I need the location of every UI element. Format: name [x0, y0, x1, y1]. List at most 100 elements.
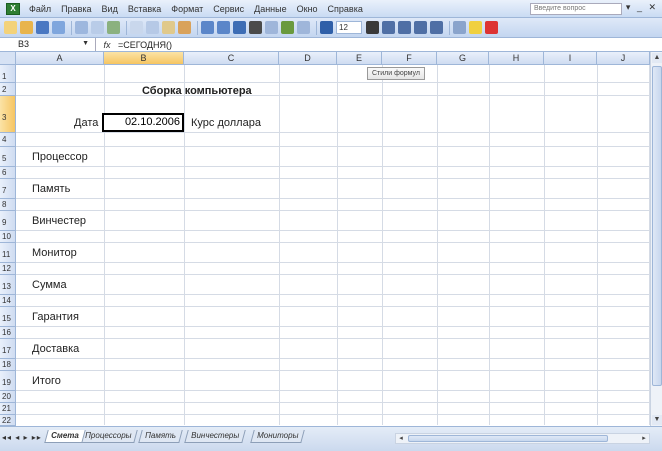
column-header-e[interactable]: E [337, 52, 382, 65]
row-header-7[interactable]: 7 [0, 179, 16, 199]
font-size-select[interactable]: 12 [336, 21, 362, 34]
align-right-icon[interactable] [414, 21, 427, 34]
gridline [597, 65, 598, 425]
sheet-tab-bar: ◂◂ ◂ ▸ ▸▸ Смета Процессоры Память Винчес… [0, 426, 662, 451]
scroll-right-icon[interactable]: ▸ [639, 434, 649, 443]
cut-icon[interactable] [130, 21, 143, 34]
new-icon[interactable] [4, 21, 17, 34]
vertical-scrollbar[interactable]: ▲ ▼ [650, 52, 662, 426]
window-controls[interactable]: ▾ _ ✕ [626, 2, 658, 13]
row-header-1[interactable]: 1 [0, 65, 16, 83]
fx-icon[interactable]: fx [100, 40, 114, 50]
autosum-icon[interactable] [249, 21, 262, 34]
row-header-17[interactable]: 17 [0, 339, 16, 359]
paste-icon[interactable] [162, 21, 175, 34]
align-center-icon[interactable] [398, 21, 411, 34]
menu-window[interactable]: Окно [292, 4, 323, 14]
scroll-up-icon[interactable]: ▲ [652, 53, 662, 63]
column-header-a[interactable]: A [16, 52, 104, 65]
tab-monitors[interactable]: Мониторы [250, 430, 306, 443]
column-header-b[interactable]: B [104, 52, 184, 65]
scroll-left-icon[interactable]: ◂ [396, 434, 406, 443]
row-header-11[interactable]: 11 [0, 243, 16, 263]
menu-tools[interactable]: Сервис [208, 4, 249, 14]
zoom-icon[interactable] [297, 21, 310, 34]
menu-insert[interactable]: Вставка [123, 4, 166, 14]
row-header-14[interactable]: 14 [0, 295, 16, 307]
row-header-18[interactable]: 18 [0, 359, 16, 371]
gridline [16, 230, 650, 231]
gridline [16, 95, 650, 96]
column-header-f[interactable]: F [382, 52, 437, 65]
format-painter-icon[interactable] [178, 21, 191, 34]
tab-memory[interactable]: Память [138, 430, 183, 443]
row-header-12[interactable]: 12 [0, 263, 16, 275]
row-header-6[interactable]: 6 [0, 167, 16, 179]
tab-smeta[interactable]: Смета [44, 430, 86, 443]
formula-styles-button[interactable]: Стили формул [367, 67, 425, 80]
save-icon[interactable] [36, 21, 49, 34]
fill-color-icon[interactable] [469, 21, 482, 34]
row-header-22[interactable]: 22 [0, 415, 16, 426]
excel-app-icon[interactable]: X [6, 2, 20, 15]
redo-icon[interactable] [217, 21, 230, 34]
row-header-10[interactable]: 10 [0, 231, 16, 243]
tab-navigation-icons[interactable]: ◂◂ ◂ ▸ ▸▸ [2, 433, 42, 442]
spelling-icon[interactable] [107, 21, 120, 34]
menu-file[interactable]: Файл [24, 4, 56, 14]
hyperlink-icon[interactable] [233, 21, 246, 34]
gridline [337, 65, 338, 425]
align-left-icon[interactable] [382, 21, 395, 34]
merge-center-icon[interactable] [430, 21, 443, 34]
row-header-8[interactable]: 8 [0, 199, 16, 211]
scroll-down-icon[interactable]: ▼ [652, 415, 662, 425]
chevron-down-icon[interactable]: ▼ [82, 38, 89, 50]
row-header-13[interactable]: 13 [0, 275, 16, 295]
name-box[interactable]: B3 ▼ [0, 38, 96, 51]
column-header-h[interactable]: H [489, 52, 544, 65]
row-header-21[interactable]: 21 [0, 403, 16, 415]
bold-icon[interactable] [366, 21, 379, 34]
horizontal-scroll-thumb[interactable] [408, 435, 608, 442]
print-preview-icon[interactable] [91, 21, 104, 34]
menu-format[interactable]: Формат [166, 4, 208, 14]
gridline [16, 390, 650, 391]
vertical-scroll-thumb[interactable] [652, 66, 662, 386]
horizontal-scrollbar[interactable]: ◂ ▸ [395, 433, 650, 444]
row-header-5[interactable]: 5 [0, 147, 16, 167]
column-header-g[interactable]: G [437, 52, 489, 65]
tab-processors[interactable]: Процессоры [78, 430, 139, 443]
row-header-16[interactable]: 16 [0, 327, 16, 339]
row-header-2[interactable]: 2 [0, 83, 16, 96]
column-header-d[interactable]: D [279, 52, 337, 65]
borders-icon[interactable] [453, 21, 466, 34]
menu-view[interactable]: Вид [97, 4, 123, 14]
permission-icon[interactable] [52, 21, 65, 34]
undo-icon[interactable] [201, 21, 214, 34]
column-header-c[interactable]: C [184, 52, 279, 65]
open-icon[interactable] [20, 21, 33, 34]
row-header-19[interactable]: 19 [0, 371, 16, 391]
column-header-i[interactable]: I [544, 52, 597, 65]
formula-input[interactable]: =СЕГОДНЯ() [114, 40, 172, 50]
copy-icon[interactable] [146, 21, 159, 34]
menu-help[interactable]: Справка [323, 4, 368, 14]
menu-data[interactable]: Данные [249, 4, 292, 14]
row-header-9[interactable]: 9 [0, 211, 16, 231]
rate-label: Курс доллара [191, 117, 261, 129]
column-header-j[interactable]: J [597, 52, 650, 65]
menu-edit[interactable]: Правка [56, 4, 96, 14]
help-question-input[interactable]: Введите вопрос [530, 3, 622, 15]
sort-icon[interactable] [265, 21, 278, 34]
row-header-4[interactable]: 4 [0, 133, 16, 147]
row-header-15[interactable]: 15 [0, 307, 16, 327]
select-all-corner[interactable] [0, 52, 16, 65]
tab-hdds[interactable]: Винчестеры [184, 430, 246, 443]
row-header-3[interactable]: 3 [0, 96, 16, 133]
active-cell-date[interactable]: 02.10.2006 [102, 113, 184, 132]
font-color-icon[interactable] [485, 21, 498, 34]
row-header-20[interactable]: 20 [0, 391, 16, 403]
font-icon[interactable] [320, 21, 333, 34]
print-icon[interactable] [75, 21, 88, 34]
chart-wizard-icon[interactable] [281, 21, 294, 34]
